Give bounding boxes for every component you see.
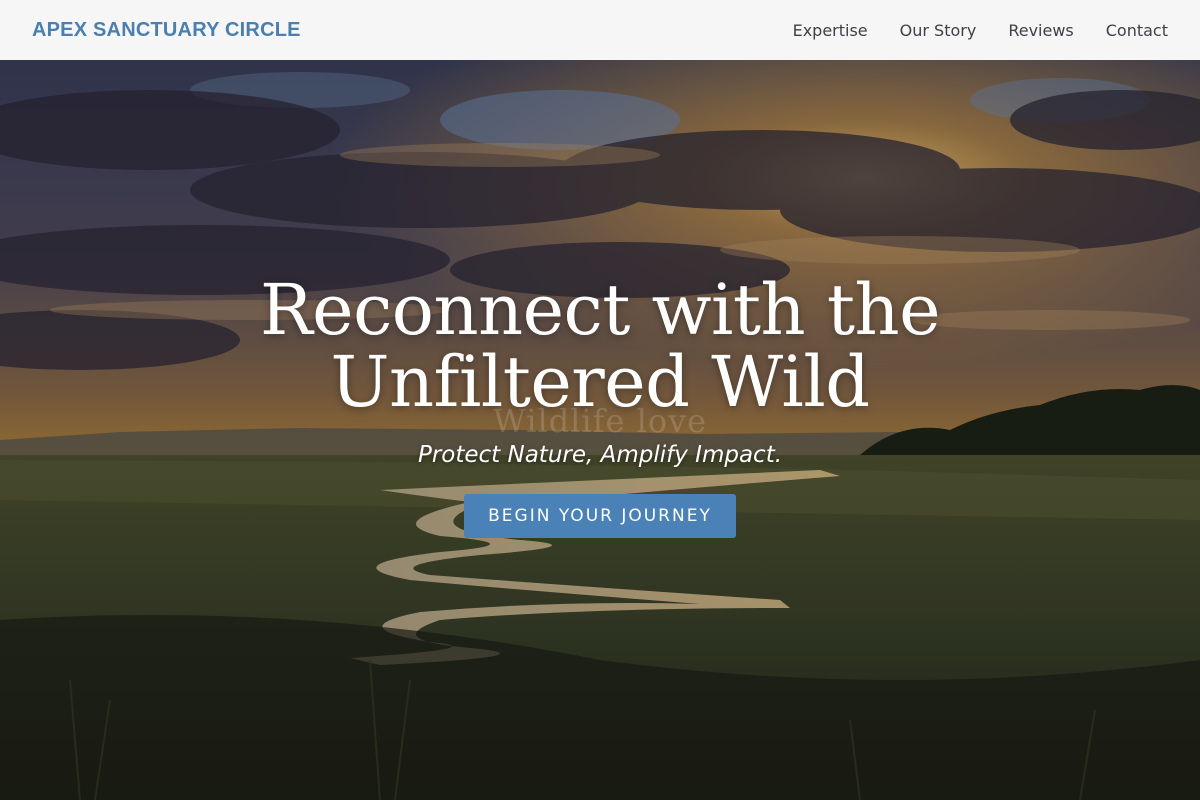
nav-link-expertise[interactable]: Expertise — [793, 21, 868, 40]
hero-content: Reconnect with the Unfiltered Wild Prote… — [0, 274, 1200, 538]
hero-subtitle: Protect Nature, Amplify Impact. — [417, 442, 783, 468]
site-logo[interactable]: APEX SANCTUARY CIRCLE — [32, 19, 301, 42]
main-nav: Expertise Our Story Reviews Contact — [793, 21, 1168, 40]
site-header: APEX SANCTUARY CIRCLE Expertise Our Stor… — [0, 0, 1200, 60]
nav-link-contact[interactable]: Contact — [1106, 21, 1168, 40]
nav-link-our-story[interactable]: Our Story — [900, 21, 977, 40]
begin-journey-button[interactable]: BEGIN YOUR JOURNEY — [464, 494, 736, 538]
hero-title: Reconnect with the Unfiltered Wild — [0, 274, 1200, 418]
hero-section: Wildlife love Reconnect with the Unfilte… — [0, 60, 1200, 800]
hero-title-line-1: Reconnect with the — [259, 269, 941, 351]
hero-title-line-2: Unfiltered Wild — [330, 341, 870, 423]
nav-link-reviews[interactable]: Reviews — [1008, 21, 1073, 40]
